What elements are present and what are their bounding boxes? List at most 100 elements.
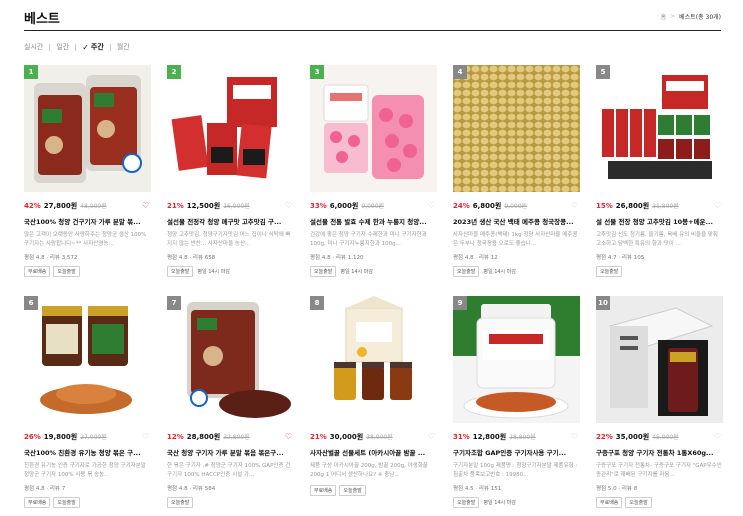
product-card[interactable]: 10 22% 35,000원 45,000원 ♡ 구증구포 청양 구기자 전통차… bbox=[596, 296, 723, 508]
badge-row: 무료배송 오늘출발 bbox=[24, 266, 151, 277]
discount-rate: 26% bbox=[24, 433, 41, 441]
shipping-badge: 오늘출발 bbox=[339, 485, 366, 496]
product-rating: 평점 4.8 · 리뷰 7 bbox=[24, 486, 66, 492]
product-description: 제품 구성 아카시아꿀 200g, 밤꿀 200g, 야생화꿀 200g 1 어… bbox=[310, 463, 428, 478]
wishlist-heart-icon[interactable]: ♡ bbox=[428, 201, 435, 210]
breadcrumb-home[interactable]: 홈 bbox=[661, 12, 667, 21]
badge-row: 오늘출발 bbox=[167, 497, 294, 508]
price-row: 31% 12,800원 18,800원 ♡ bbox=[453, 432, 580, 442]
product-name[interactable]: 구증구포 청양 구기자 전통차 1통X60g... bbox=[596, 447, 723, 457]
product-name[interactable]: 설선물 전정각 청양 메구맛 고추맛김 구... bbox=[167, 216, 294, 226]
wishlist-heart-icon[interactable]: ♡ bbox=[571, 201, 578, 210]
breadcrumb: 홈 > 베스트(총 30개) bbox=[661, 12, 721, 21]
discount-rate: 24% bbox=[453, 202, 470, 210]
wishlist-heart-icon[interactable]: ♡ bbox=[714, 201, 721, 210]
product-name[interactable]: 구기자조합 GAP인증 구기자사용 구기... bbox=[453, 447, 580, 457]
product-rating: 평점 4.8 · 리뷰 1,120 bbox=[310, 255, 364, 261]
product-image[interactable]: 8 bbox=[310, 296, 437, 423]
badge-row: 무료배송 오늘출발 bbox=[310, 485, 437, 496]
original-price: 16,000원 bbox=[223, 203, 250, 210]
sale-price: 12,800원 bbox=[472, 433, 507, 441]
rank-badge: 2 bbox=[167, 65, 181, 79]
product-description: 건강에 좋은 청양 구기자 수제한과 미니 구기자한과 100g, 미니 구기자… bbox=[310, 232, 427, 247]
sale-price: 19,800원 bbox=[43, 433, 78, 441]
shipping-cutoff: 평일 14시 마감 bbox=[483, 500, 516, 506]
product-name[interactable]: 국산 청양 구기자 가루 분말 볶음 볶은구... bbox=[167, 447, 294, 457]
sale-price: 27,800원 bbox=[43, 202, 78, 210]
price-row: 22% 35,000원 45,000원 ♡ bbox=[596, 432, 723, 442]
product-image[interactable]: 7 bbox=[167, 296, 294, 423]
product-rating: 평점 4.8 · 리뷰 584 bbox=[167, 486, 216, 492]
shipping-badge: 오늘출발 bbox=[53, 497, 80, 508]
badge-row: 오늘출발 평일 14시 마감 bbox=[453, 266, 580, 277]
price-row: 26% 19,800원 27,000원 ♡ bbox=[24, 432, 151, 442]
badge-row: 무료배송 오늘출발 bbox=[24, 497, 151, 508]
product-name[interactable]: 설선물 전통 발효 수제 한과 누룽지 청양... bbox=[310, 216, 437, 226]
shipping-badge: 무료배송 bbox=[24, 266, 51, 277]
product-image[interactable]: 5 bbox=[596, 65, 723, 192]
wishlist-heart-icon[interactable]: ♡ bbox=[285, 201, 292, 210]
product-name[interactable]: 2023년 생산 국산 백태 메주콩 청국장콩... bbox=[453, 216, 580, 226]
tab-weekly[interactable]: ✓ 주간 bbox=[82, 42, 104, 52]
discount-rate: 42% bbox=[24, 202, 41, 210]
breadcrumb-separator: > bbox=[670, 13, 676, 20]
product-image[interactable]: 4 bbox=[453, 65, 580, 192]
tab-divider bbox=[49, 43, 51, 51]
product-description: 친환경 유기농 인증 구기자로 가공한 청양 구기자분말 청양군 구기자 100… bbox=[24, 463, 146, 478]
product-image[interactable]: 3 bbox=[310, 65, 437, 192]
product-image[interactable]: 1 bbox=[24, 65, 151, 192]
shipping-badge: 무료배송 bbox=[310, 485, 337, 496]
product-image[interactable]: 2 bbox=[167, 65, 294, 192]
product-card[interactable]: 4 24% 6,800원 9,000원 ♡ 2023년 생산 국산 백태 메주콩… bbox=[453, 65, 580, 277]
wishlist-heart-icon[interactable]: ♡ bbox=[142, 432, 149, 441]
product-name[interactable]: 사자산벌꿀 선물세트 (아카시아꿀 밤꿀 ... bbox=[310, 447, 437, 457]
product-card[interactable]: 6 26% 19,800원 27,000원 ♡ 국산100% 친환경 유기농 청… bbox=[24, 296, 151, 508]
product-rating: 평점 4.7 · 리뷰 105 bbox=[596, 255, 645, 261]
product-card[interactable]: 5 15% 26,800원 31,800원 ♡ 설 선물 전장 청양 고추맛김 … bbox=[596, 65, 723, 277]
product-rating: 평점 5.0 · 리뷰 8 bbox=[596, 486, 638, 492]
wishlist-heart-icon[interactable]: ♡ bbox=[285, 432, 292, 441]
tab-daily[interactable]: 일간 bbox=[56, 42, 69, 52]
tab-realtime[interactable]: 실시간 bbox=[24, 42, 43, 52]
product-description: 구기자분말 100g 제품명 : 청양구기자분말 제품유형 : 침출차 품목보고… bbox=[453, 463, 578, 478]
rank-badge: 7 bbox=[167, 296, 181, 310]
price-row: 24% 6,800원 9,000원 ♡ bbox=[453, 201, 580, 211]
shipping-badge: 무료배송 bbox=[596, 497, 623, 508]
original-price: 27,000원 bbox=[80, 434, 107, 441]
discount-rate: 22% bbox=[596, 433, 613, 441]
product-rating: 평점 4.8 · 리뷰 12 bbox=[453, 255, 498, 261]
original-price: 38,000원 bbox=[366, 434, 393, 441]
wishlist-heart-icon[interactable]: ♡ bbox=[714, 432, 721, 441]
product-card[interactable]: 1 42% 27,800원 48,000원 ♡ 국산100% 청양 건구기자 가… bbox=[24, 65, 151, 277]
product-image[interactable]: 9 bbox=[453, 296, 580, 423]
sale-price: 35,000원 bbox=[615, 433, 650, 441]
product-rating: 평점 4.8 · 리뷰 3,572 bbox=[24, 255, 78, 261]
product-name[interactable]: 국산100% 친환경 유기농 청양 볶은 구... bbox=[24, 447, 151, 457]
badge-row: 오늘출발 평일 14시 마감 bbox=[167, 266, 294, 277]
wishlist-heart-icon[interactable]: ♡ bbox=[142, 201, 149, 210]
product-description: 많은 고객이 오랫동안 사랑하주는 청양군 생산 100% 구기자는 사랑합니다… bbox=[24, 232, 147, 247]
product-card[interactable]: 2 21% 12,500원 16,000원 ♡ 설선물 전정각 청양 메구맛 고… bbox=[167, 65, 294, 277]
tab-monthly[interactable]: 월간 bbox=[117, 42, 130, 52]
product-card[interactable]: 8 21% 30,000원 38,000원 ♡ 사자산벌꿀 선물세트 (아카시아… bbox=[310, 296, 437, 496]
period-tabs: 실시간 일간 ✓ 주간 월간 bbox=[24, 42, 130, 52]
sale-price: 12,500원 bbox=[186, 202, 221, 210]
wishlist-heart-icon[interactable]: ♡ bbox=[428, 432, 435, 441]
rank-badge: 10 bbox=[596, 296, 610, 310]
product-image[interactable]: 10 bbox=[596, 296, 723, 423]
original-price: 18,800원 bbox=[509, 434, 536, 441]
product-card[interactable]: 7 12% 28,800원 32,800원 ♡ 국산 청양 구기자 가루 분말 … bbox=[167, 296, 294, 508]
product-card[interactable]: 3 33% 6,000원 9,000원 ♡ 설선물 전통 발효 수제 한과 누룽… bbox=[310, 65, 437, 277]
rank-badge: 6 bbox=[24, 296, 38, 310]
product-name[interactable]: 국산100% 청양 건구기자 가루 분말 볶... bbox=[24, 216, 151, 226]
page-title: 베스트 bbox=[24, 12, 60, 27]
product-rating: 평점 4.8 · 리뷰 658 bbox=[167, 255, 216, 261]
product-image[interactable]: 6 bbox=[24, 296, 151, 423]
product-card[interactable]: 9 31% 12,800원 18,800원 ♡ 구기자조합 GAP인증 구기자사… bbox=[453, 296, 580, 508]
shipping-badge: 오늘출발 bbox=[596, 266, 623, 277]
wishlist-heart-icon[interactable]: ♡ bbox=[571, 432, 578, 441]
original-price: 48,000원 bbox=[80, 203, 107, 210]
product-name[interactable]: 설 선물 전장 청양 고추맛김 10봉+메운... bbox=[596, 216, 723, 226]
discount-rate: 21% bbox=[310, 433, 327, 441]
price-row: 21% 12,500원 16,000원 ♡ bbox=[167, 201, 294, 211]
